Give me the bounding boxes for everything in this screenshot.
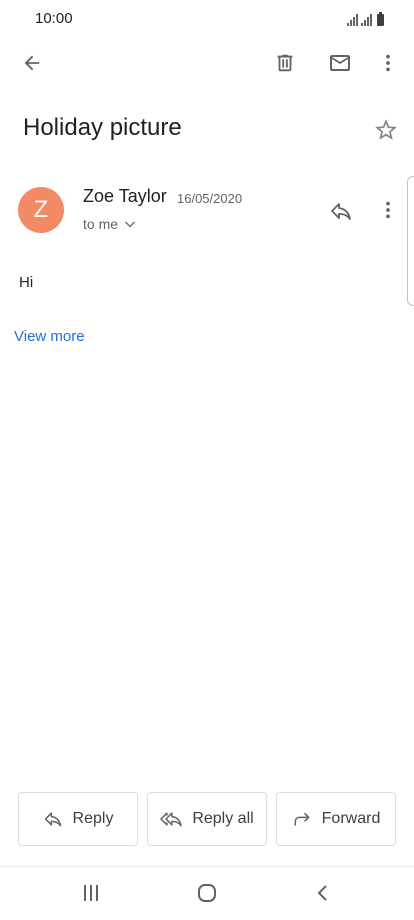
trash-icon	[277, 54, 293, 72]
reply-icon	[331, 203, 351, 220]
signal-icon	[347, 14, 358, 26]
signal-icon	[361, 14, 372, 26]
status-icons	[347, 10, 384, 26]
recipient-details-toggle[interactable]: to me	[83, 214, 136, 234]
avatar[interactable]: Z	[18, 187, 64, 233]
more-vert-icon	[386, 201, 390, 219]
nav-back-button[interactable]	[301, 875, 345, 911]
back-button[interactable]	[12, 43, 52, 83]
forward-button-label: Forward	[321, 810, 381, 827]
home-icon	[198, 884, 216, 902]
reply-icon-button[interactable]	[321, 191, 361, 231]
reply-button-label: Reply	[72, 810, 114, 827]
arrow-left-icon	[24, 55, 40, 71]
chevron-down-icon	[125, 221, 135, 228]
scroll-handle[interactable]	[407, 176, 414, 306]
reply-all-button-label: Reply all	[192, 810, 254, 827]
sender-name: Zoe Taylor	[83, 186, 167, 206]
recipient-label: to me	[83, 216, 119, 232]
toolbar	[0, 40, 414, 86]
reply-icon	[44, 812, 61, 827]
delete-button[interactable]	[265, 43, 305, 83]
system-nav-bar	[0, 867, 414, 920]
email-body: Hi	[19, 274, 34, 291]
status-bar: 10:00	[0, 0, 414, 40]
reply-all-button[interactable]: Reply all	[147, 792, 267, 846]
star-button[interactable]	[366, 110, 406, 150]
reply-button[interactable]: Reply	[18, 792, 138, 846]
email-detail-screen: 10:00 Holiday picture Z Zoe Taylor 16/05…	[0, 0, 414, 920]
mark-unread-button[interactable]	[320, 43, 360, 83]
sender-date: 16/05/2020	[177, 191, 243, 206]
forward-icon	[294, 812, 310, 826]
message-more-button[interactable]	[368, 190, 408, 230]
recents-button[interactable]	[69, 875, 113, 911]
view-more-link[interactable]: View more	[14, 328, 85, 345]
star-outline-icon	[375, 119, 397, 140]
battery-icon	[377, 12, 384, 26]
more-vert-icon	[386, 54, 390, 72]
home-button[interactable]	[185, 875, 229, 911]
recents-icon	[84, 885, 98, 901]
reply-all-icon	[160, 812, 183, 827]
email-subject: Holiday picture	[23, 114, 182, 141]
status-time: 10:00	[35, 10, 73, 27]
forward-button[interactable]: Forward	[276, 792, 396, 846]
mail-icon	[330, 55, 350, 71]
more-options-button[interactable]	[368, 43, 408, 83]
back-chevron-icon	[317, 885, 327, 901]
